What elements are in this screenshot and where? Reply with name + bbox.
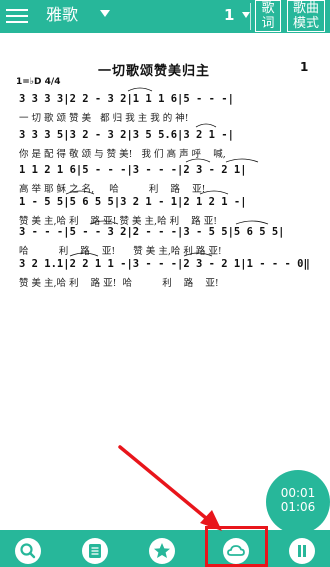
annotation-arrow xyxy=(118,445,222,531)
annotation-highlight-box xyxy=(205,526,268,567)
